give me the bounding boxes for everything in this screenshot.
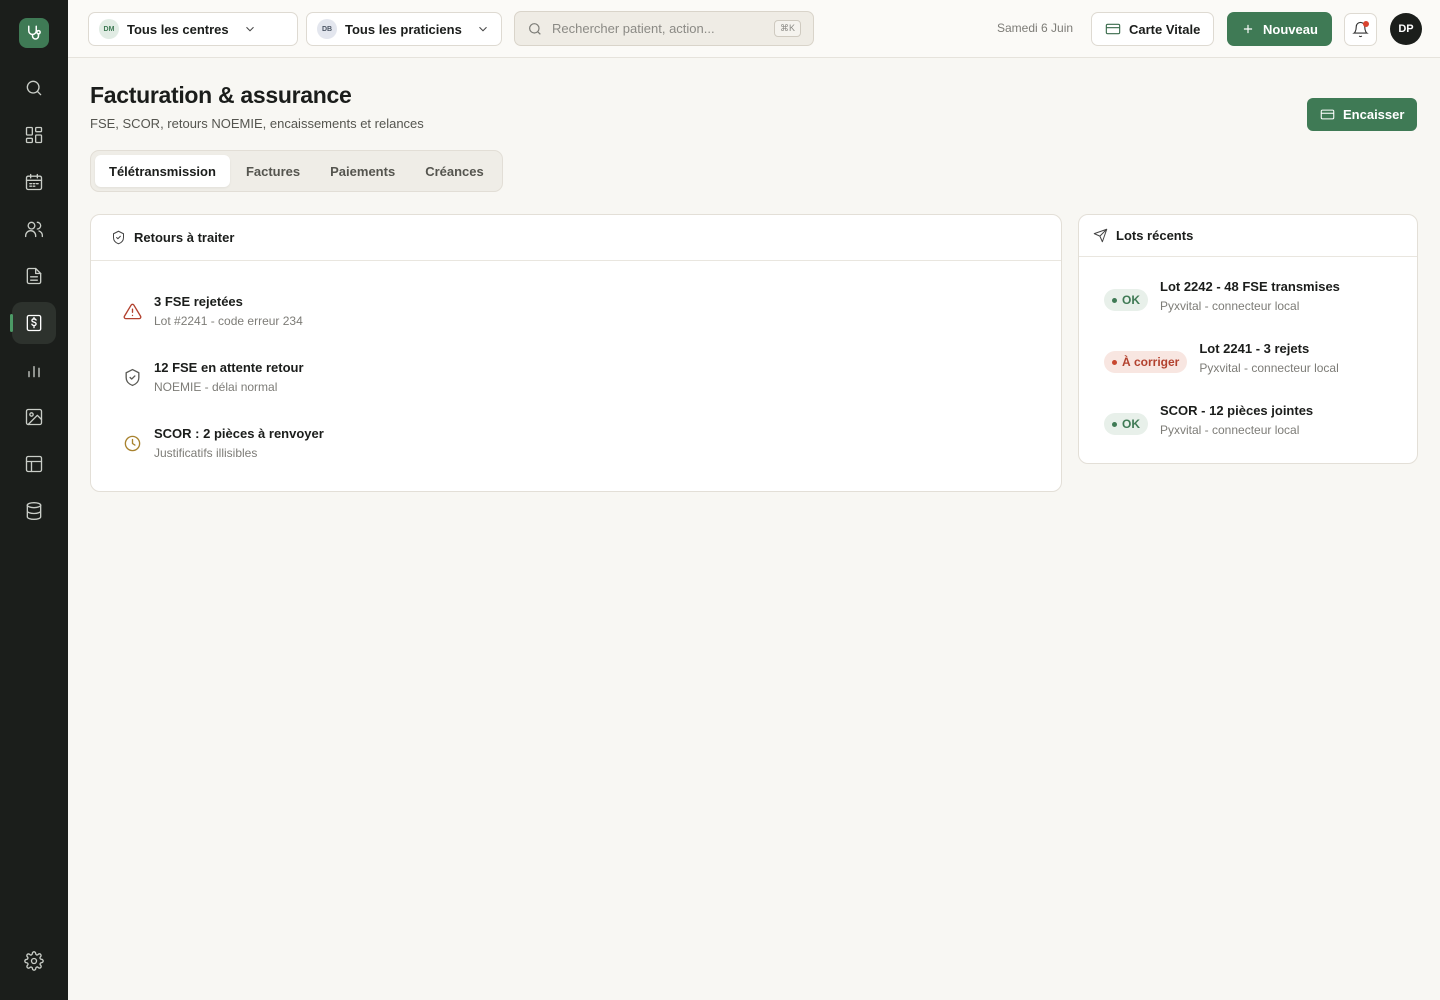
list-item[interactable]: À corriger Lot 2241 - 3 rejets Pyxvital … <box>1104 341 1339 375</box>
sidebar-item-stats[interactable] <box>12 349 56 391</box>
shield-check-icon <box>125 368 140 387</box>
lots-card: Lots récents OK Lot 2242 - 48 FSE transm… <box>1078 214 1418 464</box>
table-icon <box>25 455 43 473</box>
tab-creances[interactable]: Créances <box>411 155 498 187</box>
sidebar-item-billing[interactable] <box>10 302 56 344</box>
search-input[interactable]: Rechercher patient, action... ⌘K <box>514 11 814 46</box>
search-icon <box>529 22 541 35</box>
stethoscope-icon <box>28 25 41 40</box>
tabs: Télétransmission Factures Paiements Créa… <box>90 150 503 192</box>
page-subtitle: FSE, SCOR, retours NOEMIE, encaissements… <box>90 116 424 131</box>
sidebar <box>0 0 68 1000</box>
sidebar-item-settings[interactable] <box>12 940 56 982</box>
current-date: Samedi 6 Juin <box>997 21 1074 35</box>
list-item-subtitle: Pyxvital - connecteur local <box>1160 299 1300 313</box>
bar-chart-icon <box>28 366 40 378</box>
sidebar-item-documents[interactable] <box>12 255 56 297</box>
list-item-title: Lot 2241 - 3 rejets <box>1199 341 1310 356</box>
center-select[interactable]: DM Tous les centres <box>88 12 298 46</box>
encaisser-button[interactable]: Encaisser <box>1307 98 1418 131</box>
app-logo[interactable] <box>19 18 49 48</box>
list-item-subtitle: Justificatifs illisibles <box>154 446 258 460</box>
top-bar: DM Tous les centres DB Tous les praticie… <box>68 0 1440 58</box>
calendar-icon <box>25 173 43 191</box>
lots-card-header: Lots récents <box>1079 215 1417 257</box>
carte-vitale-button[interactable]: Carte Vitale <box>1091 12 1215 46</box>
status-badge: OK <box>1104 289 1148 311</box>
practitioner-chip: DB <box>317 19 337 39</box>
receipt-dollar-icon <box>26 314 42 332</box>
send-icon <box>1093 228 1108 243</box>
list-item-title: 12 FSE en attente retour <box>154 360 304 375</box>
encaisser-label: Encaisser <box>1343 107 1405 122</box>
grid-icon <box>25 126 43 144</box>
sidebar-item-search[interactable] <box>12 67 56 109</box>
list-item-title: SCOR - 12 pièces jointes <box>1160 403 1314 418</box>
users-icon <box>25 221 43 238</box>
new-button[interactable]: Nouveau <box>1227 12 1332 46</box>
list-item-subtitle: NOEMIE - délai normal <box>154 380 278 394</box>
database-icon <box>26 502 42 520</box>
practitioner-select-label: Tous les praticiens <box>345 21 462 37</box>
warning-triangle-icon <box>123 303 142 320</box>
gear-icon <box>24 951 44 971</box>
tab-factures[interactable]: Factures <box>232 155 314 187</box>
list-item[interactable]: 12 FSE en attente retour NOEMIE - délai … <box>123 360 304 394</box>
shield-check-icon <box>113 230 124 245</box>
list-item-title: 3 FSE rejetées <box>154 294 243 309</box>
returns-card-header: Retours à traiter <box>91 215 1061 261</box>
clock-icon <box>124 435 141 452</box>
list-item[interactable]: OK Lot 2242 - 48 FSE transmises Pyxvital… <box>1104 279 1340 313</box>
carte-vitale-label: Carte Vitale <box>1129 21 1201 37</box>
list-item-title: SCOR : 2 pièces à renvoyer <box>154 426 324 441</box>
list-item-subtitle: Pyxvital - connecteur local <box>1199 361 1339 375</box>
chevron-down-icon <box>245 26 254 32</box>
center-chip: DM <box>99 19 119 39</box>
chevron-down-icon <box>478 26 487 32</box>
returns-card-title: Retours à traiter <box>134 230 235 245</box>
search-shortcut: ⌘K <box>773 20 801 37</box>
list-item-subtitle: Lot #2241 - code erreur 234 <box>154 314 303 328</box>
tab-teletransmission[interactable]: Télétransmission <box>95 155 230 187</box>
sidebar-item-database[interactable] <box>12 490 56 532</box>
practitioner-select[interactable]: DB Tous les praticiens <box>306 12 502 46</box>
status-badge: À corriger <box>1104 351 1188 373</box>
list-item[interactable]: OK SCOR - 12 pièces jointes Pyxvital - c… <box>1104 403 1313 437</box>
card-icon <box>1320 109 1335 120</box>
sidebar-item-imagery[interactable] <box>12 396 56 438</box>
plus-icon <box>1243 24 1253 34</box>
list-item-title: Lot 2242 - 48 FSE transmises <box>1160 279 1340 294</box>
page-title: Facturation & assurance <box>90 82 352 108</box>
sidebar-item-patients[interactable] <box>12 208 56 250</box>
list-item-subtitle: Pyxvital - connecteur local <box>1160 423 1300 437</box>
tab-paiements[interactable]: Paiements <box>316 155 409 187</box>
search-icon <box>26 80 42 96</box>
image-icon <box>25 408 43 426</box>
center-select-label: Tous les centres <box>127 21 229 37</box>
notification-dot <box>1363 21 1369 27</box>
notifications-button[interactable] <box>1344 13 1377 46</box>
sidebar-item-agenda[interactable] <box>12 161 56 203</box>
list-item[interactable]: 3 FSE rejetées Lot #2241 - code erreur 2… <box>123 294 303 328</box>
lots-card-title: Lots récents <box>1116 228 1194 243</box>
file-text-icon <box>26 267 42 285</box>
returns-card: Retours à traiter 3 FSE rejetées Lot #22… <box>90 214 1062 492</box>
list-item[interactable]: SCOR : 2 pièces à renvoyer Justificatifs… <box>123 426 324 460</box>
sidebar-item-dashboard[interactable] <box>12 114 56 156</box>
card-icon <box>1105 23 1121 35</box>
status-badge: OK <box>1104 413 1148 435</box>
new-button-label: Nouveau <box>1263 21 1318 37</box>
search-placeholder: Rechercher patient, action... <box>552 21 715 36</box>
sidebar-item-tables[interactable] <box>12 443 56 485</box>
avatar[interactable]: DP <box>1390 13 1422 45</box>
